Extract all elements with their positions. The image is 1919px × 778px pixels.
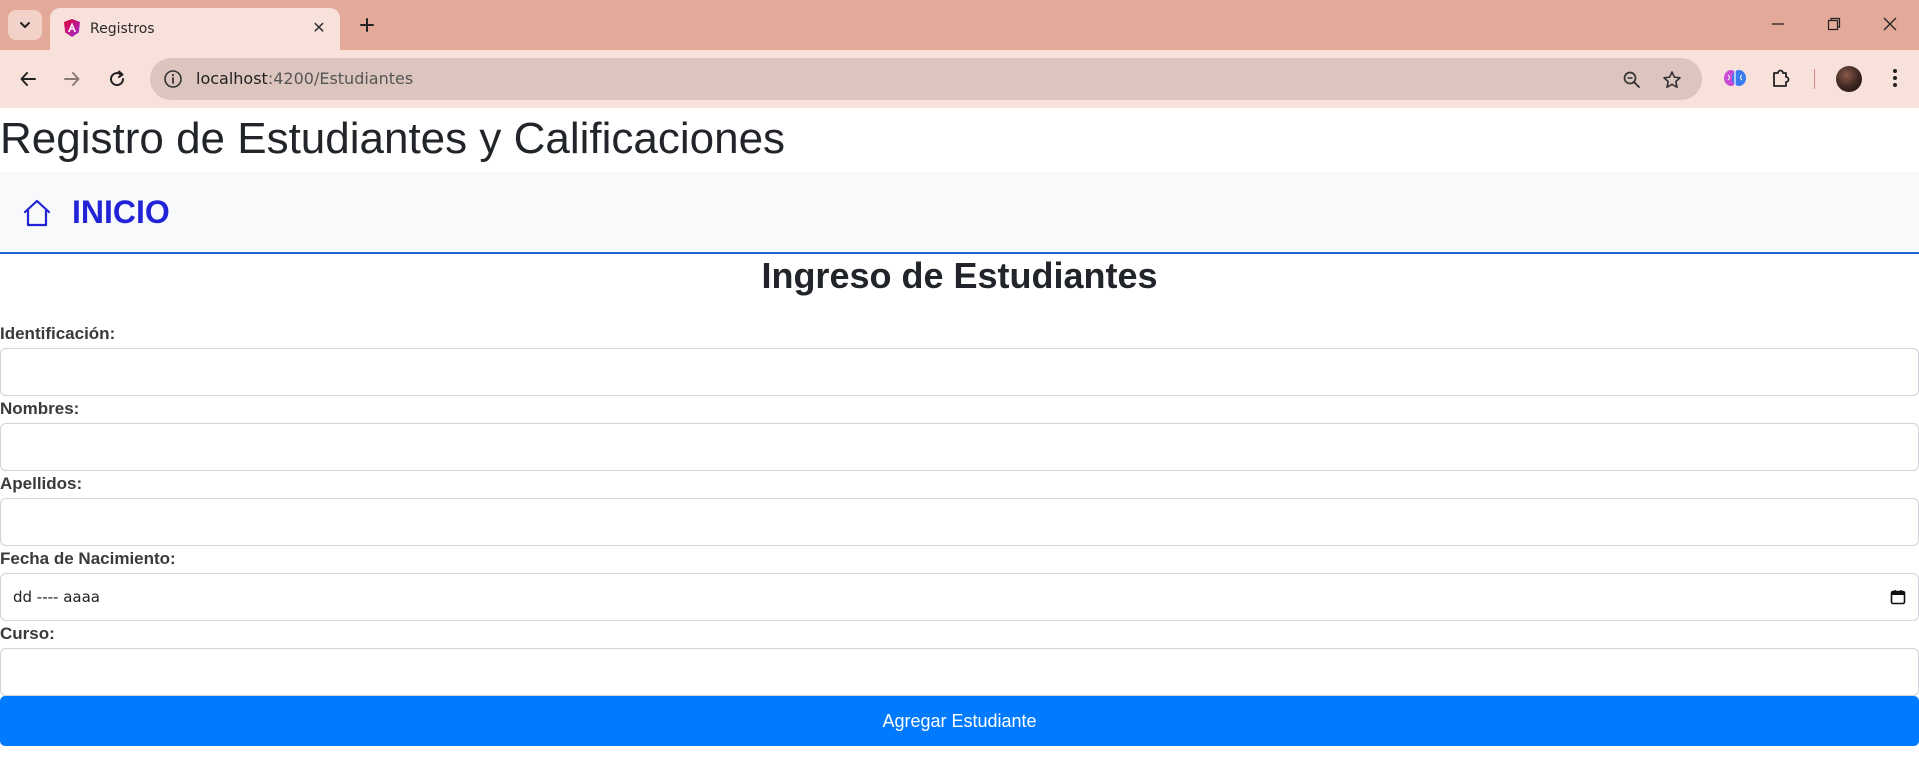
tab-title: Registros [90, 21, 155, 37]
close-window-icon[interactable] [1870, 8, 1910, 40]
toolbar-divider [1814, 69, 1815, 89]
page-title: Registro de Estudiantes y Calificaciones [0, 114, 786, 163]
reload-icon[interactable] [101, 63, 133, 95]
apellidos-label: Apellidos: [0, 474, 83, 493]
nav-link-inicio[interactable]: INICIO [72, 194, 170, 231]
identificacion-input[interactable] [0, 348, 1919, 396]
curso-label: Curso: [0, 624, 55, 643]
new-tab-plus-icon[interactable] [352, 10, 382, 40]
browser-toolbar: localhost:4200/Estudiantes [0, 50, 1919, 108]
date-placeholder: dd ---- aaaa [13, 588, 100, 606]
calendar-icon[interactable] [1890, 589, 1906, 605]
address-bar[interactable]: localhost:4200/Estudiantes [150, 58, 1702, 100]
angular-logo-icon [64, 19, 80, 37]
restore-window-icon[interactable] [1814, 8, 1854, 40]
page-content: Registro de Estudiantes y Calificaciones… [0, 108, 1919, 778]
site-info-icon[interactable] [162, 68, 184, 90]
extensions-puzzle-icon[interactable] [1766, 63, 1796, 93]
home-icon[interactable] [22, 198, 52, 228]
nombres-input[interactable] [0, 423, 1919, 471]
section-title: Ingreso de Estudiantes [761, 255, 1158, 296]
apellidos-input[interactable] [0, 498, 1919, 546]
more-menu-icon[interactable] [1880, 63, 1910, 93]
identificacion-label: Identificación: [0, 324, 116, 343]
forward-arrow-icon[interactable] [56, 63, 88, 95]
agregar-estudiante-button[interactable]: Agregar Estudiante [0, 696, 1919, 746]
fecha-nacimiento-input[interactable]: dd ---- aaaa [0, 573, 1919, 621]
fecha-nacimiento-label: Fecha de Nacimiento: [0, 549, 176, 568]
minimize-window-icon[interactable] [1758, 8, 1798, 40]
bookmark-star-icon[interactable] [1660, 68, 1684, 92]
navbar: INICIO [0, 172, 1919, 254]
chevron-down-icon [20, 22, 30, 28]
tab-search-button[interactable] [8, 10, 42, 40]
nombres-label: Nombres: [0, 399, 80, 418]
browser-tab-strip: Registros ✕ [0, 0, 1919, 50]
close-tab-icon[interactable]: ✕ [308, 17, 330, 39]
zoom-magnifier-icon[interactable] [1620, 68, 1644, 92]
brain-extension-icon[interactable] [1720, 63, 1750, 93]
curso-input[interactable] [0, 648, 1919, 696]
back-arrow-icon[interactable] [12, 63, 44, 95]
url-text: localhost:4200/Estudiantes [196, 69, 414, 88]
profile-avatar[interactable] [1836, 66, 1862, 92]
browser-tab-active[interactable]: Registros ✕ [50, 8, 340, 50]
